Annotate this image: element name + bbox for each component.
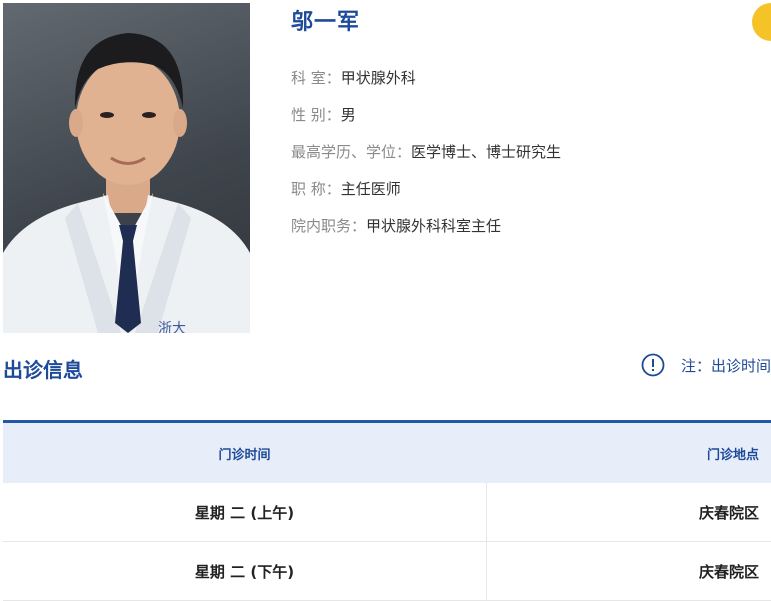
- column-header-time: 门诊时间: [218, 447, 271, 463]
- schedule-note[interactable]: 注：出诊时间: [641, 353, 771, 377]
- info-row-position: 院内职务：甲状腺外科科室主任: [291, 215, 561, 252]
- svg-text:浙大: 浙大: [158, 321, 186, 333]
- cell-place: 庆春院区: [698, 562, 759, 581]
- corner-badge-icon: [752, 3, 771, 41]
- info-label: 科 室：: [291, 69, 341, 87]
- info-value: 甲状腺外科科室主任: [366, 217, 502, 235]
- info-row-education: 最高学历、学位：医学博士、博士研究生: [291, 141, 561, 178]
- cell-time: 星期 二 (下午): [3, 542, 487, 600]
- info-label: 性 别：: [291, 106, 341, 124]
- schedule-note-text: 注：出诊时间: [681, 356, 771, 375]
- info-label: 院内职务：: [291, 217, 367, 235]
- info-label: 职 称：: [291, 180, 341, 198]
- schedule-section-title: 出诊信息: [3, 358, 83, 382]
- info-row-title: 职 称：主任医师: [291, 178, 561, 215]
- doctor-info-list: 科 室：甲状腺外科 性 别：男 最高学历、学位：医学博士、博士研究生 职 称：主…: [291, 67, 561, 252]
- info-label: 最高学历、学位：: [291, 143, 412, 161]
- cell-time: 星期 二 (上午): [3, 483, 487, 541]
- table-row: 星期 二 (上午) 庆春院区: [3, 483, 771, 542]
- doctor-name: 邬一军: [291, 10, 361, 35]
- exclamation-circle-icon[interactable]: [641, 353, 665, 377]
- cell-place: 庆春院区: [698, 503, 759, 522]
- column-header-place: 门诊地点: [706, 447, 759, 463]
- info-value: 甲状腺外科: [340, 69, 416, 87]
- info-value: 男: [340, 106, 356, 124]
- table-header: 门诊时间 门诊地点: [3, 423, 771, 483]
- table-row: 星期 二 (下午) 庆春院区: [3, 542, 771, 601]
- info-row-department: 科 室：甲状腺外科: [291, 67, 561, 104]
- doctor-photo: 浙大: [3, 3, 250, 333]
- info-value: 主任医师: [340, 180, 401, 198]
- schedule-table: 门诊时间 门诊地点 星期 二 (上午) 庆春院区 星期 二 (下午) 庆春院区: [3, 420, 771, 601]
- info-value: 医学博士、博士研究生: [411, 143, 562, 161]
- info-row-gender: 性 别：男: [291, 104, 561, 141]
- doctor-portrait-illustration: 浙大: [3, 33, 250, 333]
